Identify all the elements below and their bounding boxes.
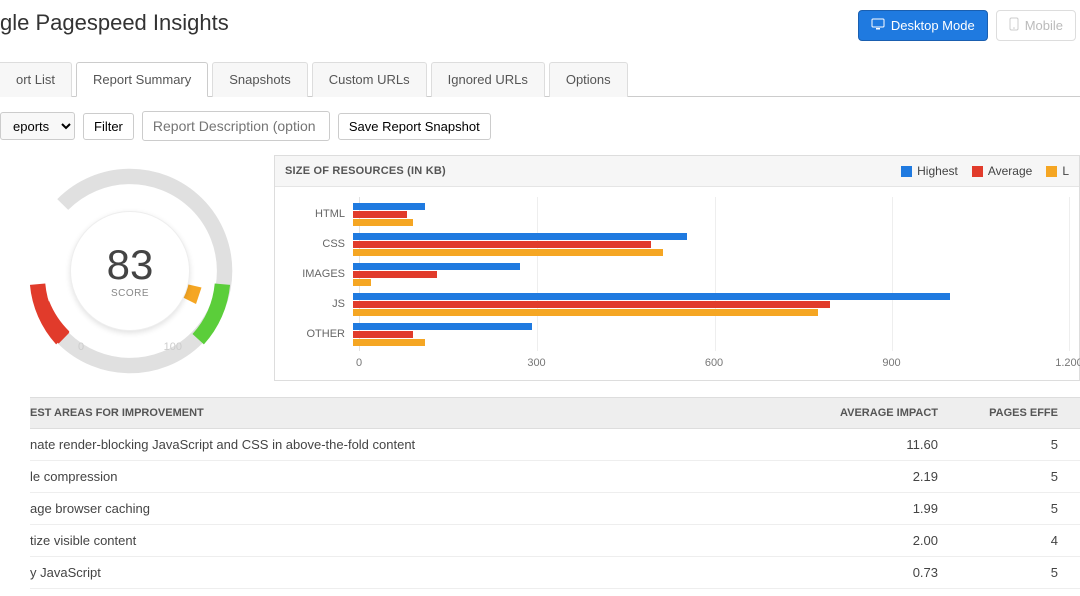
chart-bar	[353, 241, 651, 248]
gauge-tick-min: 0	[78, 341, 84, 353]
cell-impact: 2.00	[810, 525, 960, 557]
chart-bar	[353, 263, 520, 270]
reports-select[interactable]: eports	[0, 112, 75, 140]
legend-highest: Highest	[901, 164, 958, 178]
chart-category-label: HTML	[275, 208, 353, 220]
mobile-mode-button[interactable]: Mobile	[996, 10, 1076, 41]
col-pages[interactable]: PAGES EFFE	[960, 398, 1080, 429]
cell-area: le compression	[30, 461, 810, 493]
cell-impact: 2.19	[810, 461, 960, 493]
chart-bar	[353, 301, 830, 308]
cell-pages: 5	[960, 461, 1080, 493]
chart-bar	[353, 219, 413, 226]
filter-button[interactable]: Filter	[83, 113, 134, 140]
mobile-mode-label: Mobile	[1025, 18, 1063, 33]
chart-bar	[353, 233, 687, 240]
x-tick: 1.200	[1055, 357, 1080, 369]
chart-bar	[353, 309, 818, 316]
gauge-tick-max: 100	[164, 341, 182, 353]
chart-bar	[353, 331, 413, 338]
col-impact[interactable]: AVERAGE IMPACT	[810, 398, 960, 429]
cell-impact: 1.99	[810, 493, 960, 525]
x-tick: 300	[527, 357, 545, 369]
cell-impact: 0.73	[810, 557, 960, 589]
chart-row: HTML	[275, 200, 1069, 228]
improvements-table: EST AREAS FOR IMPROVEMENT AVERAGE IMPACT…	[30, 397, 1080, 589]
chart-bar	[353, 211, 407, 218]
tab-custom-urls[interactable]: Custom URLs	[312, 62, 427, 97]
save-snapshot-button[interactable]: Save Report Snapshot	[338, 113, 491, 140]
score-gauge: 83 SCORE 0 100	[20, 161, 240, 381]
table-row[interactable]: tize visible content2.004	[30, 525, 1080, 557]
chart-bar	[353, 249, 663, 256]
cell-pages: 5	[960, 557, 1080, 589]
page-title: gle Pagespeed Insights	[0, 10, 229, 36]
legend-average: Average	[972, 164, 1032, 178]
mobile-icon	[1009, 17, 1019, 34]
table-row[interactable]: y JavaScript0.735	[30, 557, 1080, 589]
table-row[interactable]: age browser caching1.995	[30, 493, 1080, 525]
tab-report-summary[interactable]: Report Summary	[76, 62, 208, 97]
cell-pages: 5	[960, 429, 1080, 461]
tab-options[interactable]: Options	[549, 62, 628, 97]
chart-bar	[353, 279, 371, 286]
chart-category-label: JS	[275, 298, 353, 310]
col-area[interactable]: EST AREAS FOR IMPROVEMENT	[30, 398, 810, 429]
legend-swatch-highest	[901, 166, 912, 177]
table-row[interactable]: le compression2.195	[30, 461, 1080, 493]
tab-report-list[interactable]: ort List	[0, 62, 72, 97]
cell-area: nate render-blocking JavaScript and CSS …	[30, 429, 810, 461]
chart-row: IMAGES	[275, 260, 1069, 288]
chart-row: CSS	[275, 230, 1069, 258]
chart-bar	[353, 293, 950, 300]
desktop-icon	[871, 18, 885, 33]
chart-row: OTHER	[275, 320, 1069, 348]
cell-pages: 5	[960, 493, 1080, 525]
legend-low: L	[1046, 164, 1069, 178]
chart-category-label: IMAGES	[275, 268, 353, 280]
chart-row: JS	[275, 290, 1069, 318]
legend-swatch-low	[1046, 166, 1057, 177]
x-tick: 600	[705, 357, 723, 369]
table-row[interactable]: nate render-blocking JavaScript and CSS …	[30, 429, 1080, 461]
tab-snapshots[interactable]: Snapshots	[212, 62, 307, 97]
gauge-score-label: SCORE	[111, 288, 149, 299]
chart-title: SIZE OF RESOURCES (IN KB)	[285, 165, 446, 177]
x-tick: 0	[356, 357, 362, 369]
chart-category-label: CSS	[275, 238, 353, 250]
report-description-input[interactable]	[142, 111, 330, 141]
chart-bar	[353, 323, 532, 330]
cell-impact: 11.60	[810, 429, 960, 461]
desktop-mode-button[interactable]: Desktop Mode	[858, 10, 988, 41]
cell-area: y JavaScript	[30, 557, 810, 589]
cell-area: tize visible content	[30, 525, 810, 557]
chart-bar	[353, 339, 425, 346]
tabs: ort List Report Summary Snapshots Custom…	[30, 61, 1080, 97]
legend-swatch-average	[972, 166, 983, 177]
tab-ignored-urls[interactable]: Ignored URLs	[431, 62, 545, 97]
x-tick: 900	[882, 357, 900, 369]
resources-chart-panel: SIZE OF RESOURCES (IN KB) Highest Averag…	[274, 155, 1080, 381]
chart-category-label: OTHER	[275, 328, 353, 340]
chart-bar	[353, 203, 425, 210]
cell-area: age browser caching	[30, 493, 810, 525]
cell-pages: 4	[960, 525, 1080, 557]
gauge-score-value: 83	[107, 244, 154, 286]
chart-bar	[353, 271, 437, 278]
desktop-mode-label: Desktop Mode	[891, 18, 975, 33]
